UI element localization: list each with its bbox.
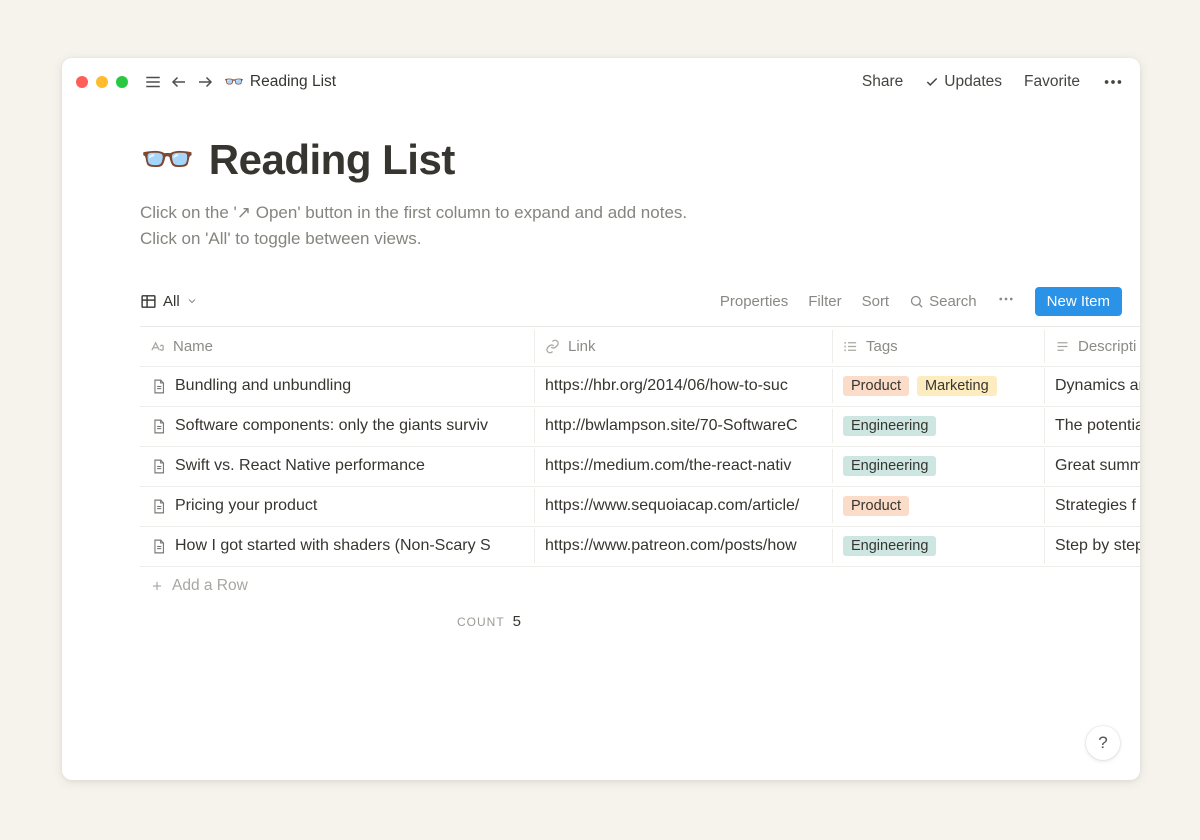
table-row[interactable]: Pricing your product https://www.sequoiac…: [140, 487, 1140, 527]
page-description[interactable]: Click on the '↗ Open' button in the firs…: [140, 200, 1040, 253]
breadcrumb[interactable]: 👓 Reading List: [224, 72, 336, 92]
cell-link[interactable]: https://hbr.org/2014/06/how-to-suc: [535, 369, 833, 403]
question-mark-icon: ?: [1098, 733, 1107, 753]
cell-description[interactable]: The potentia: [1045, 409, 1140, 443]
app-window: 👓 Reading List Share Updates Favorite 👓 …: [62, 58, 1140, 780]
page-icon: [150, 498, 167, 515]
row-title: How I got started with shaders (Non-Scar…: [175, 537, 491, 555]
table-footer: COUNT 5: [140, 605, 1140, 630]
row-title: Bundling and unbundling: [175, 377, 351, 395]
check-icon: [925, 75, 939, 89]
tag-chip: Engineering: [843, 536, 936, 556]
cell-description[interactable]: Strategies f: [1045, 489, 1140, 523]
close-window-button[interactable]: [76, 76, 88, 88]
breadcrumb-icon: 👓: [224, 72, 244, 92]
database-toolbar: All Properties Filter Sort Search New It…: [140, 287, 1140, 326]
arrow-left-icon: [170, 73, 188, 91]
cell-tags[interactable]: Engineering: [833, 528, 1045, 564]
chevron-down-icon: [186, 295, 198, 307]
cell-name[interactable]: Swift vs. React Native performance: [140, 449, 535, 483]
page-icon[interactable]: 👓: [140, 138, 195, 182]
row-title: Software components: only the giants sur…: [175, 417, 488, 435]
row-title: Swift vs. React Native performance: [175, 457, 425, 475]
cell-description[interactable]: Dynamics ar: [1045, 369, 1140, 403]
page-icon: [150, 458, 167, 475]
cell-name[interactable]: Software components: only the giants sur…: [140, 409, 535, 443]
table-row[interactable]: Swift vs. React Native performance https:…: [140, 447, 1140, 487]
page-content: 👓 Reading List Click on the '↗ Open' but…: [62, 106, 1140, 630]
count-aggregate[interactable]: COUNT 5: [140, 613, 535, 630]
text-icon: [150, 339, 165, 354]
sort-button[interactable]: Sort: [862, 293, 890, 310]
cell-link[interactable]: https://www.sequoiacap.com/article/: [535, 489, 833, 523]
column-header-description[interactable]: Descripti: [1045, 330, 1140, 363]
view-switcher[interactable]: All: [140, 293, 198, 310]
tag-chip: Product: [843, 496, 909, 516]
tag-chip: Engineering: [843, 416, 936, 436]
table-row[interactable]: Software components: only the giants sur…: [140, 407, 1140, 447]
table-header-row: Name Link Tags Descripti: [140, 327, 1140, 367]
cell-tags[interactable]: Product: [833, 488, 1045, 524]
cell-description[interactable]: Step by step: [1045, 529, 1140, 563]
window-controls: [76, 76, 128, 88]
dots-horizontal-icon: [1102, 71, 1124, 93]
cell-tags[interactable]: Product Marketing: [833, 368, 1045, 404]
favorite-button[interactable]: Favorite: [1024, 73, 1080, 91]
nav-back-button[interactable]: [166, 69, 192, 95]
updates-button[interactable]: Updates: [925, 73, 1002, 91]
plus-icon: [150, 579, 164, 593]
sidebar-toggle-button[interactable]: [140, 69, 166, 95]
maximize-window-button[interactable]: [116, 76, 128, 88]
cell-description[interactable]: Great summ: [1045, 449, 1140, 483]
breadcrumb-title: Reading List: [250, 73, 336, 91]
row-title: Pricing your product: [175, 497, 317, 515]
share-button[interactable]: Share: [862, 73, 903, 91]
topbar: 👓 Reading List Share Updates Favorite: [62, 58, 1140, 106]
more-menu-button[interactable]: [1102, 71, 1124, 93]
hamburger-icon: [144, 73, 162, 91]
database-more-button[interactable]: [997, 290, 1015, 312]
cell-name[interactable]: How I got started with shaders (Non-Scar…: [140, 529, 535, 563]
page-header: 👓 Reading List: [140, 136, 1140, 184]
topbar-actions: Share Updates Favorite: [862, 71, 1124, 93]
page-title[interactable]: Reading List: [209, 136, 455, 184]
database-table: Name Link Tags Descripti Bundling and un…: [140, 326, 1140, 630]
minimize-window-button[interactable]: [96, 76, 108, 88]
help-button[interactable]: ?: [1086, 726, 1120, 760]
cell-tags[interactable]: Engineering: [833, 448, 1045, 484]
new-item-button[interactable]: New Item: [1035, 287, 1122, 316]
table-row[interactable]: Bundling and unbundling https://hbr.org/2…: [140, 367, 1140, 407]
cell-link[interactable]: https://www.patreon.com/posts/how: [535, 529, 833, 563]
search-button[interactable]: Search: [909, 293, 977, 310]
page-icon: [150, 418, 167, 435]
tag-chip: Marketing: [917, 376, 997, 396]
column-header-tags[interactable]: Tags: [833, 330, 1045, 363]
search-icon: [909, 294, 924, 309]
table-row[interactable]: How I got started with shaders (Non-Scar…: [140, 527, 1140, 567]
add-row-button[interactable]: Add a Row: [140, 567, 1140, 605]
cell-name[interactable]: Pricing your product: [140, 489, 535, 523]
arrow-right-icon: [196, 73, 214, 91]
table-icon: [140, 293, 157, 310]
cell-tags[interactable]: Engineering: [833, 408, 1045, 444]
page-icon: [150, 538, 167, 555]
page-icon: [150, 378, 167, 395]
cell-name[interactable]: Bundling and unbundling: [140, 369, 535, 403]
list-icon: [843, 339, 858, 354]
dots-horizontal-icon: [997, 290, 1015, 308]
filter-button[interactable]: Filter: [808, 293, 841, 310]
column-header-name[interactable]: Name: [140, 330, 535, 363]
tag-chip: Product: [843, 376, 909, 396]
nav-forward-button[interactable]: [192, 69, 218, 95]
cell-link[interactable]: https://medium.com/the-react-nativ: [535, 449, 833, 483]
properties-button[interactable]: Properties: [720, 293, 788, 310]
link-icon: [545, 339, 560, 354]
tag-chip: Engineering: [843, 456, 936, 476]
paragraph-icon: [1055, 339, 1070, 354]
cell-link[interactable]: http://bwlampson.site/70-SoftwareC: [535, 409, 833, 443]
column-header-link[interactable]: Link: [535, 330, 833, 363]
database-actions: Properties Filter Sort Search New Item: [720, 287, 1122, 316]
